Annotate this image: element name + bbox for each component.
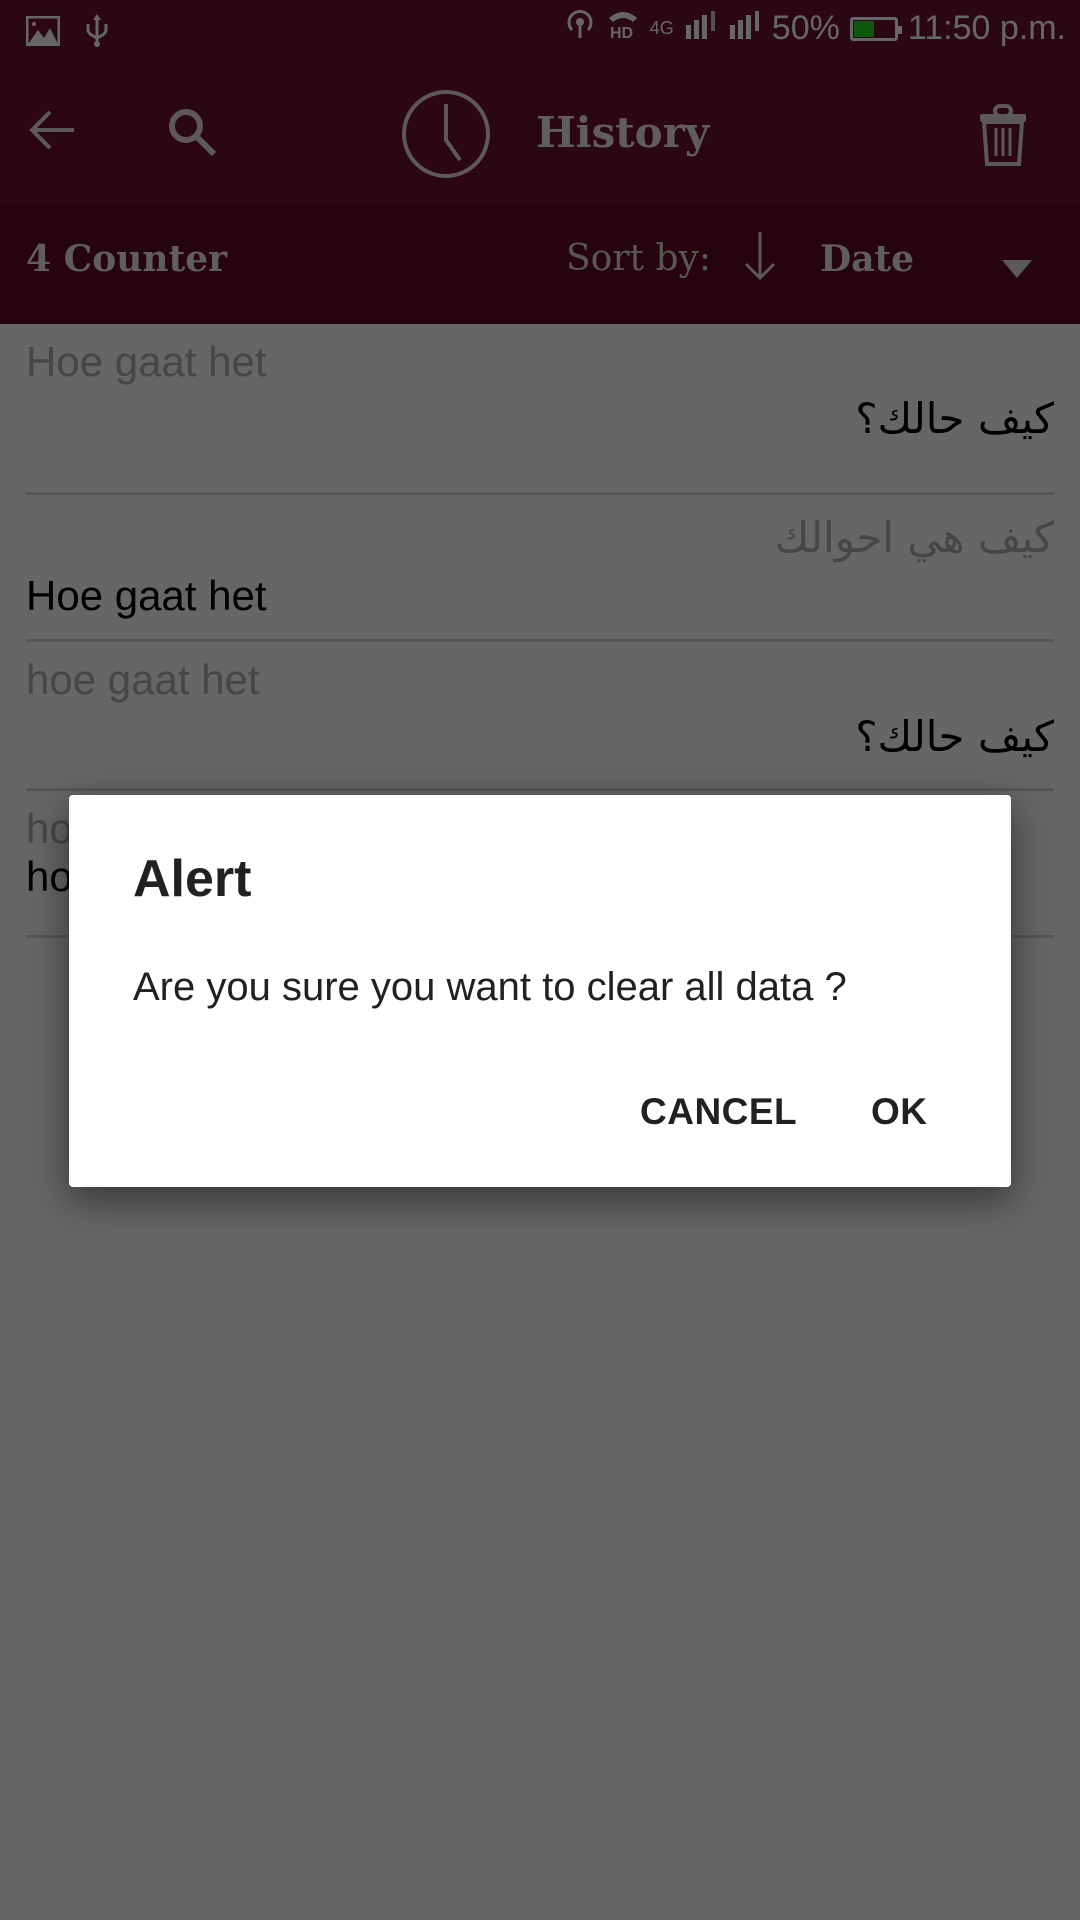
cancel-button[interactable]: CANCEL <box>640 1091 797 1133</box>
alert-dialog: Alert Are you sure you want to clear all… <box>69 795 1011 1187</box>
ok-button[interactable]: OK <box>871 1091 928 1133</box>
dialog-title: Alert <box>133 850 252 908</box>
dialog-message: Are you sure you want to clear all data … <box>133 965 847 1009</box>
